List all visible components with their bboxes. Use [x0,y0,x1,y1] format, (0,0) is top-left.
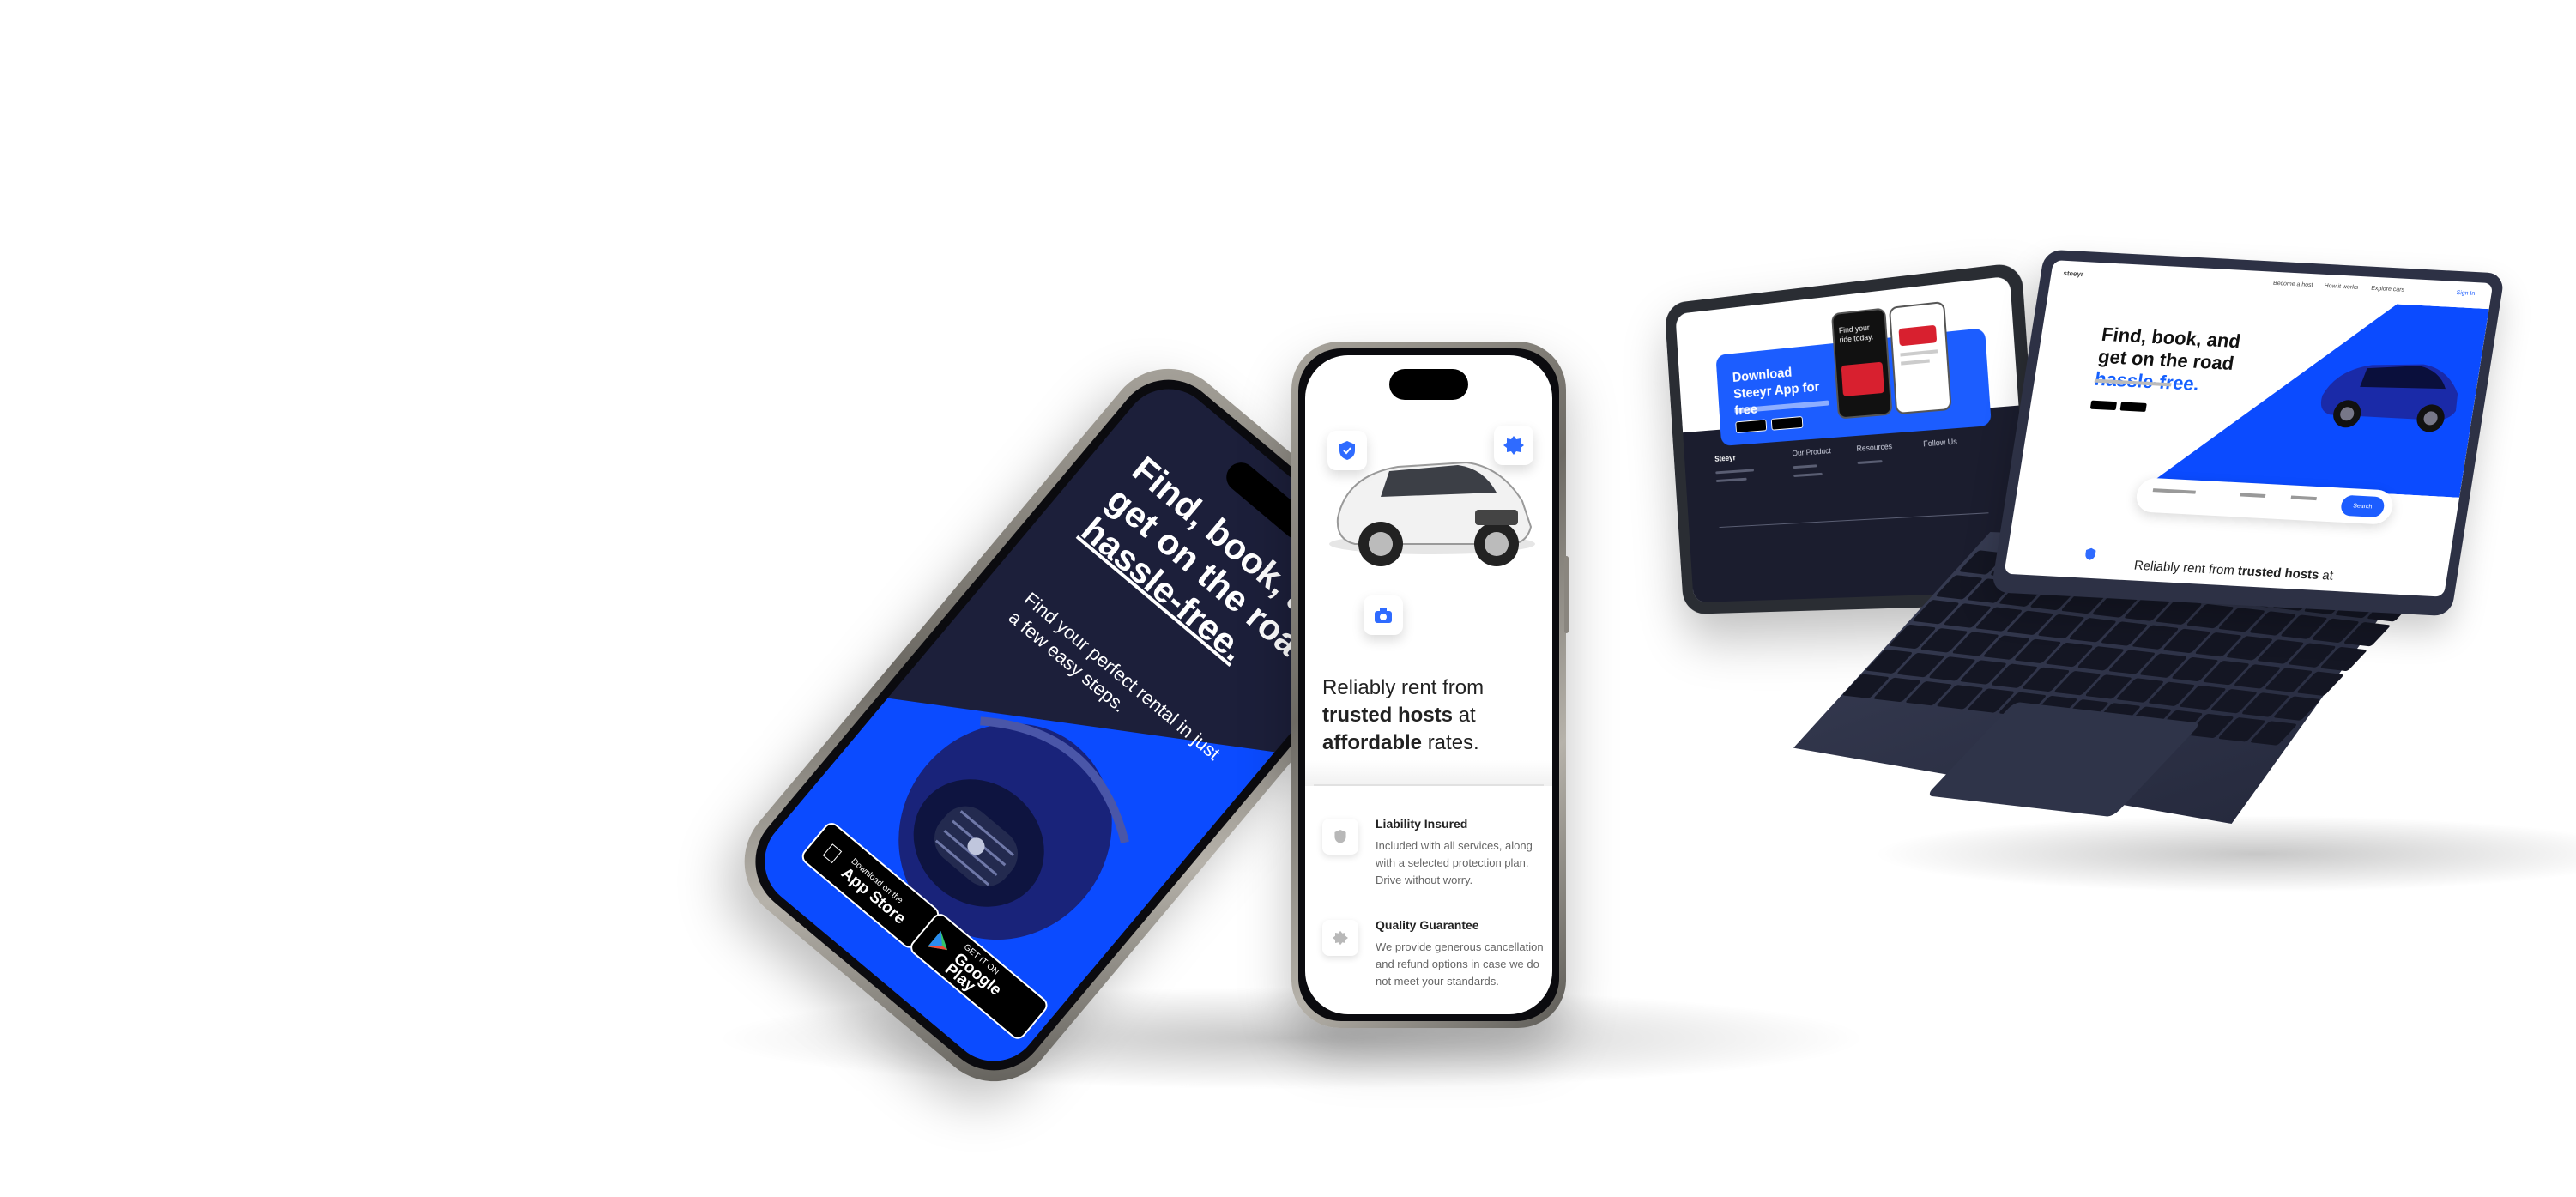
feature-title: Quality Guarantee [1376,918,1479,932]
google-play-button[interactable] [2119,402,2147,412]
quality-badge-icon [1503,436,1524,455]
headline-end: rates. [1427,731,1479,754]
car-image [2320,364,2458,432]
app-store-button[interactable] [2089,400,2118,411]
app-store-button[interactable] [1735,419,1768,434]
search-field-end[interactable] [2290,495,2317,501]
shield-chip [1327,431,1367,470]
shield-icon [1339,441,1355,460]
phone-features: Reliably rent from trusted hosts at affo… [1291,342,1569,1028]
laptop-lid: steeyr Become a host How it works Explor… [1991,249,2506,617]
laptop-device: steeyr Become a host How it works Explor… [1793,249,2506,867]
laptop-screen: steeyr Become a host How it works Explor… [2004,260,2494,597]
camera-chip [1364,595,1403,635]
site-logo[interactable]: steeyr [2063,269,2084,278]
nav-sign-in[interactable]: Sign In [2456,290,2476,297]
phone-screen: Reliably rent from trusted hosts at affo… [1305,355,1552,1014]
bottom-trusted: trusted hosts [2236,563,2320,583]
power-button [1564,556,1569,633]
nav-how-it-works[interactable]: How it works [2324,283,2359,291]
quality-badge-icon [1322,920,1358,956]
hero-headline: Find, book, and get on the road hassle-f… [2093,323,2274,399]
shield-icon [1322,819,1358,855]
search-button[interactable]: Search [2339,494,2386,518]
nav-explore-cars[interactable]: Explore cars [2371,286,2405,293]
nav-become-host[interactable]: Become a host [2272,281,2313,288]
site-navbar: steeyr Become a host How it works Explor… [2050,260,2494,305]
dynamic-island [1389,369,1468,400]
play-icon [922,927,958,963]
section-gradient [1305,760,1552,786]
shield-icon [2083,547,2097,561]
search-field-start[interactable] [2239,493,2266,498]
camera-icon [1375,608,1392,623]
headline-start: Reliably rent from [1322,676,1485,699]
headline-trusted: trusted hosts [1322,704,1454,727]
headline-text: Find, book, and get on the road [2096,323,2242,374]
features-headline: Reliably rent from trusted hosts at [2133,559,2334,583]
feature-desc: Included with all services, along with a… [1376,839,1533,886]
feature-title: Liability Insured [1376,817,1468,831]
bottom-end: at [2321,568,2335,583]
feature-desc: We provide generous cancellation and ref… [1376,940,1544,988]
divider [1314,784,1544,786]
features-headline: Reliably rent from trusted hosts at affo… [1322,674,1537,757]
footer-brand: Steeyr [1714,453,1737,463]
search-field-pickup[interactable] [2152,488,2196,494]
apple-icon:  [814,835,850,871]
badge-chip [1494,426,1533,465]
bottom-start: Reliably rent from [2132,558,2236,578]
headline-affordable: affordable [1322,731,1423,754]
headline-mid: at [1458,704,1476,727]
